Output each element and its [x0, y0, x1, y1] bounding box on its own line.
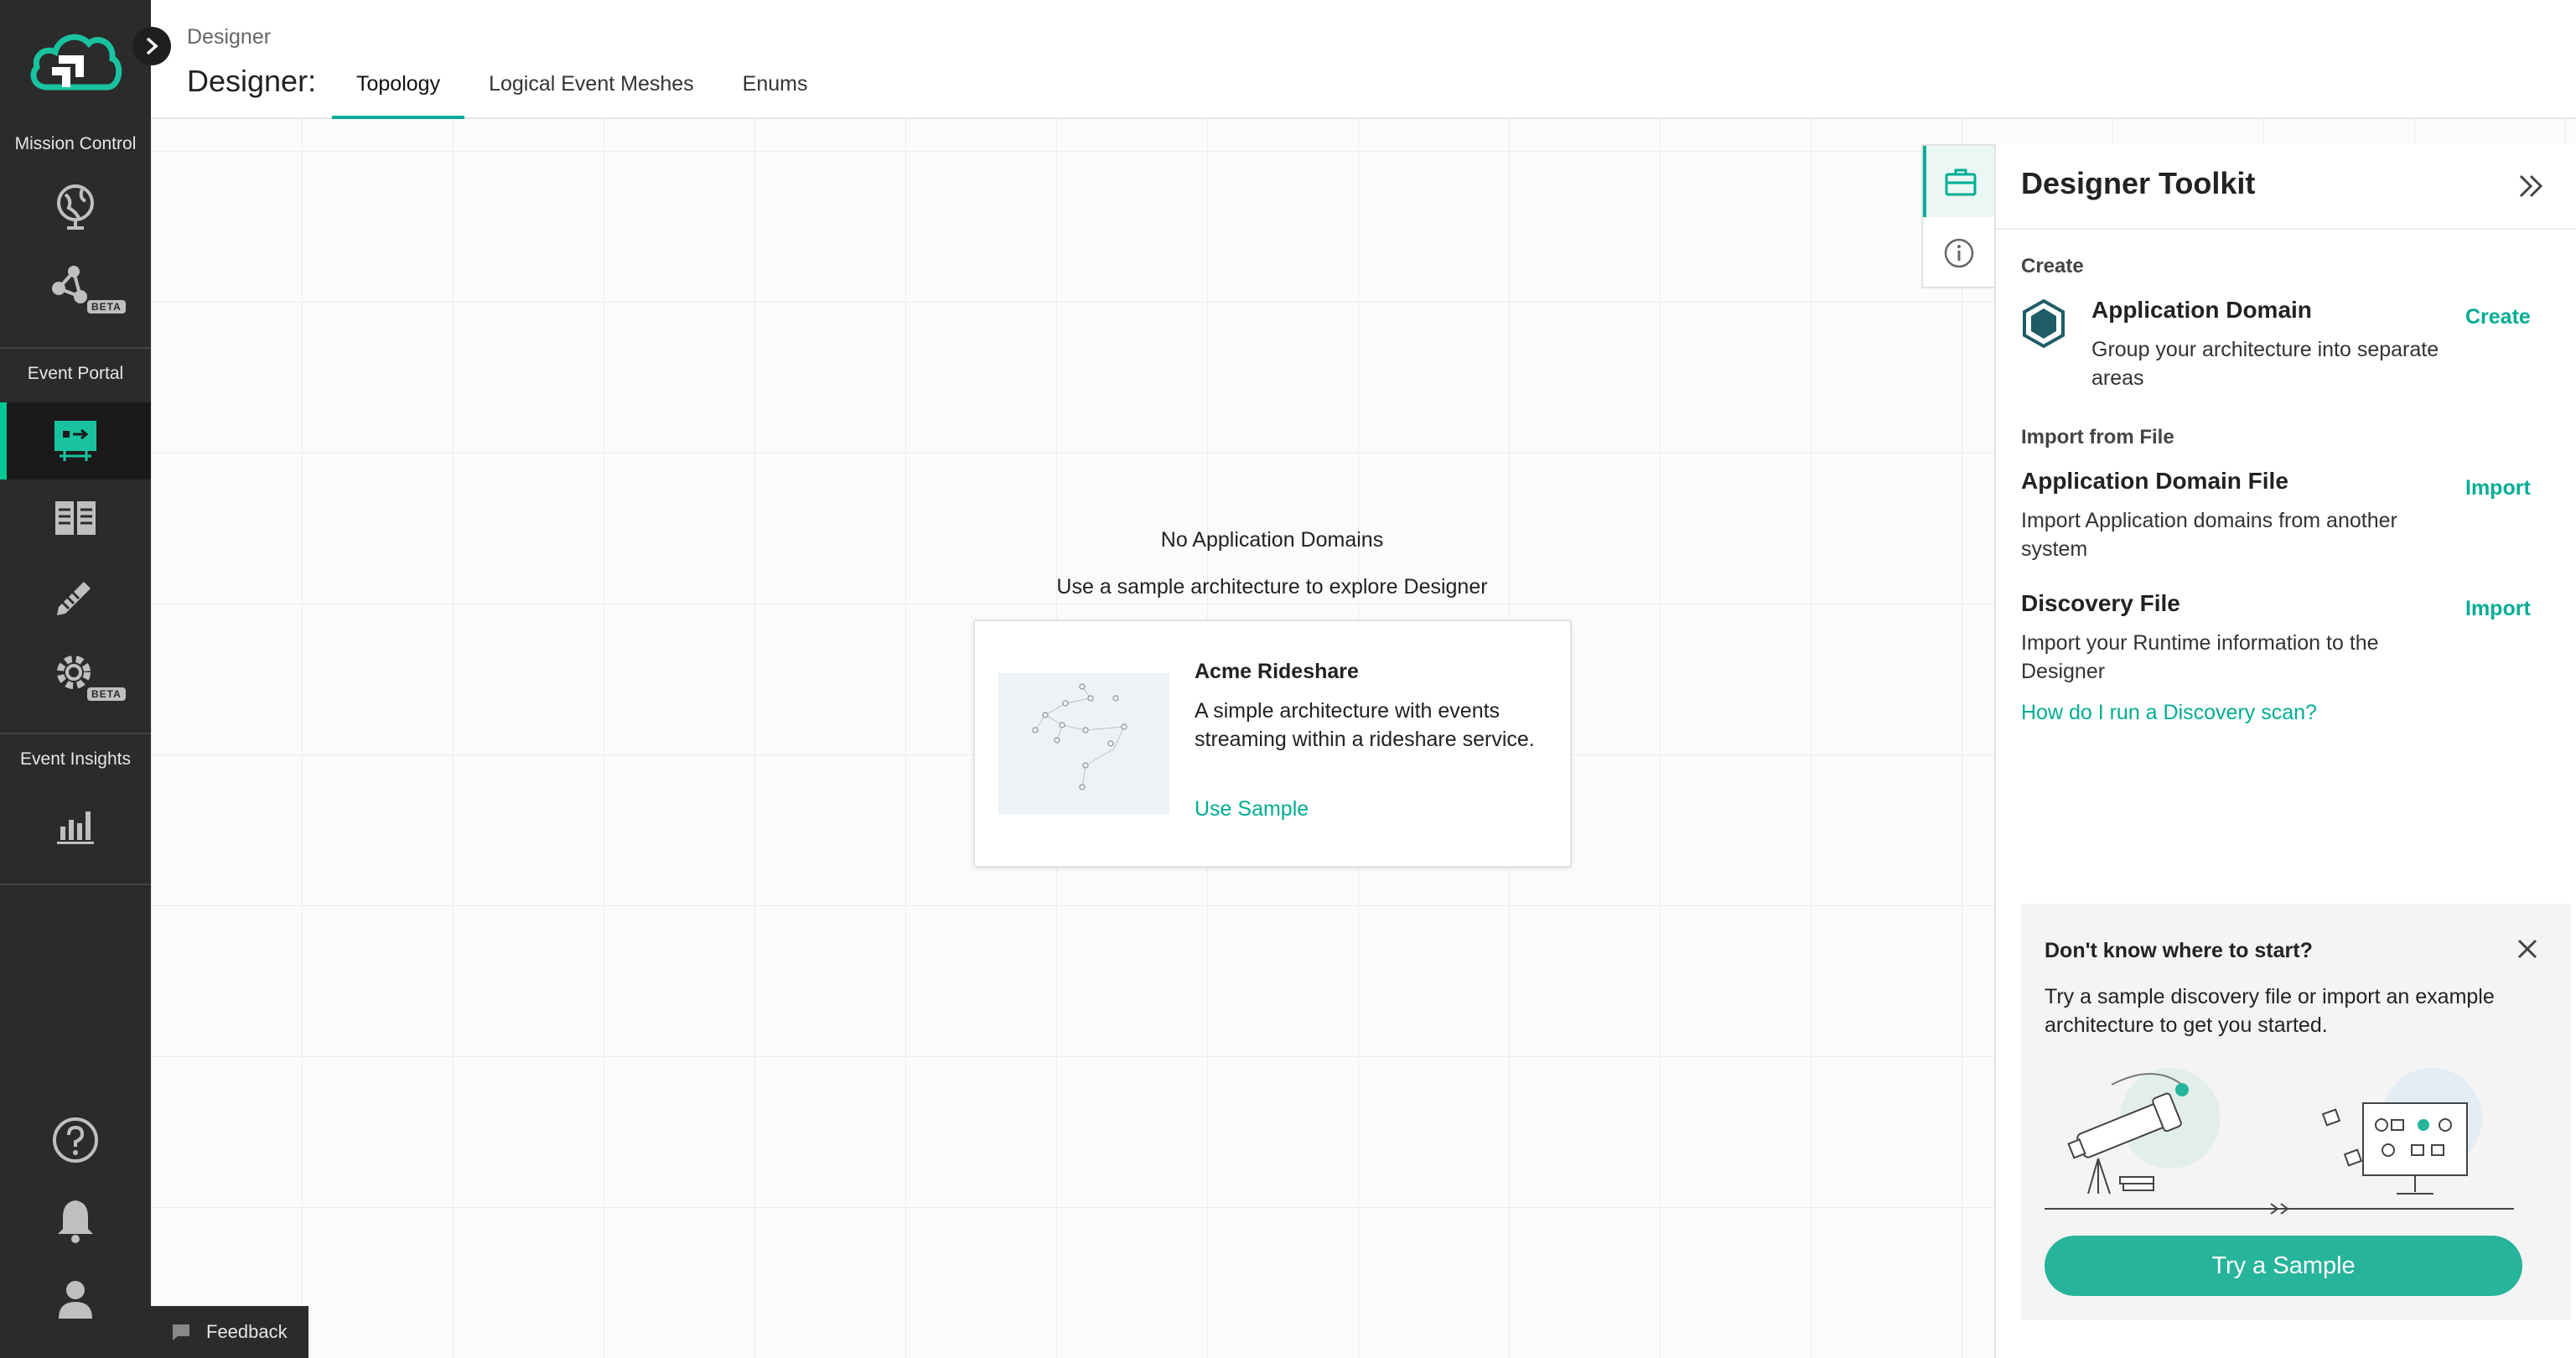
- left-nav: Mission Control BETA Event Portal BETA E…: [0, 0, 151, 1358]
- toolkit-tab[interactable]: [1923, 146, 1995, 217]
- sample-name: Acme Rideshare: [1195, 660, 1359, 683]
- nav-item-user-account[interactable]: [0, 1261, 151, 1338]
- nav-item-designer[interactable]: [0, 402, 151, 479]
- import-section-title: Import from File: [2021, 426, 2174, 448]
- application-domain-description: Group your architecture into separate ar…: [2091, 338, 2439, 390]
- discovery-file-description: Import your Runtime information to the D…: [2021, 631, 2379, 683]
- nav-item-notifications[interactable]: [0, 1182, 151, 1259]
- beta-badge: BETA: [87, 300, 126, 314]
- help-icon: [53, 1117, 98, 1163]
- tab-enums[interactable]: Enums: [718, 59, 832, 119]
- getting-started-description: Try a sample discovery file or import an…: [2045, 985, 2495, 1037]
- create-section-title: Create: [2021, 255, 2084, 277]
- bell-icon: [58, 1200, 93, 1243]
- toolkit-divider: [1996, 228, 2576, 230]
- empty-state-title: No Application Domains: [1160, 528, 1384, 552]
- designer-toolkit-panel: Designer Toolkit Create Application Doma…: [1994, 144, 2576, 1358]
- nav-item-cluster-manager[interactable]: [0, 168, 151, 245]
- telescope-monitor-illustration: [2045, 1068, 2514, 1215]
- toolkit-side-tabs: [1921, 144, 1995, 288]
- nav-item-help[interactable]: [0, 1101, 151, 1179]
- use-sample-link[interactable]: Use Sample: [1195, 797, 1309, 822]
- sample-topology-thumbnail: [998, 673, 1169, 814]
- solace-cloud-logo[interactable]: [29, 25, 122, 97]
- nav-item-runtime[interactable]: BETA: [0, 634, 151, 711]
- feedback-label: Feedback: [206, 1321, 288, 1342]
- sample-description: A simple architecture with events stream…: [1195, 699, 1535, 751]
- nav-item-mesh-manager[interactable]: BETA: [0, 250, 151, 327]
- chat-bubble-icon: [173, 1324, 189, 1340]
- import-application-domain-file-button[interactable]: Import: [2465, 476, 2531, 500]
- try-a-sample-button[interactable]: Try a Sample: [2045, 1236, 2522, 1296]
- page-title: Designer:: [187, 64, 317, 98]
- bar-chart-icon: [57, 811, 94, 844]
- tab-logical-event-meshes[interactable]: Logical Event Meshes: [464, 59, 718, 119]
- feedback-button[interactable]: Feedback: [151, 1306, 308, 1358]
- book-icon: [55, 501, 96, 535]
- nav-section-event-portal: Event Portal: [27, 364, 124, 383]
- application-domain-file-title: Application Domain File: [2021, 468, 2288, 494]
- nav-divider: [0, 733, 151, 734]
- page-header: Designer Designer: Topology Logical Even…: [151, 0, 2576, 119]
- nav-item-insights-dashboard[interactable]: [0, 788, 151, 865]
- expand-nav-button[interactable]: [132, 27, 171, 65]
- discovery-scan-help-link[interactable]: How do I run a Discovery scan?: [2021, 701, 2317, 725]
- collapse-panel-button[interactable]: [2517, 173, 2546, 204]
- create-application-domain-button[interactable]: Create: [2465, 305, 2531, 329]
- nav-section-event-insights: Event Insights: [20, 749, 131, 769]
- user-icon: [59, 1281, 92, 1319]
- discovery-file-title: Discovery File: [2021, 590, 2180, 616]
- getting-started-title: Don't know where to start?: [2045, 939, 2313, 962]
- designer-tabs: Topology Logical Event Meshes Enums: [332, 59, 832, 119]
- sample-architecture-card[interactable]: Acme Rideshare A simple architecture wit…: [973, 619, 1572, 868]
- toolbox-icon: [1945, 168, 1977, 195]
- application-domain-title: Application Domain: [2091, 297, 2312, 323]
- toolkit-title: Designer Toolkit: [2021, 166, 2256, 200]
- tab-topology[interactable]: Topology: [332, 59, 465, 119]
- pencil-ruler-icon: [57, 582, 91, 615]
- nav-section-mission-control: Mission Control: [14, 134, 137, 153]
- beta-badge: BETA: [87, 687, 126, 701]
- info-tab[interactable]: [1923, 217, 1995, 288]
- application-domain-hexagon-icon: [2023, 298, 2065, 349]
- application-domain-file-description: Import Application domains from another …: [2021, 509, 2397, 561]
- double-chevron-right-icon: [2519, 174, 2543, 198]
- close-getting-started-button[interactable]: [2516, 937, 2539, 965]
- empty-state-subtitle: Use a sample architecture to explore Des…: [1056, 575, 1488, 599]
- info-icon: [1944, 238, 1974, 267]
- chevron-right-icon: [146, 37, 158, 55]
- import-discovery-file-button[interactable]: Import: [2465, 597, 2531, 621]
- breadcrumb[interactable]: Designer: [187, 25, 271, 49]
- nav-divider: [0, 347, 151, 349]
- globe-icon: [57, 184, 94, 230]
- close-icon: [2517, 939, 2537, 959]
- designer-board-icon: [54, 421, 96, 461]
- nav-item-catalog[interactable]: [0, 479, 151, 557]
- getting-started-box: Don't know where to start? Try a sample …: [2021, 904, 2571, 1319]
- nav-item-event-api-products[interactable]: [0, 557, 151, 634]
- nav-divider: [0, 884, 151, 885]
